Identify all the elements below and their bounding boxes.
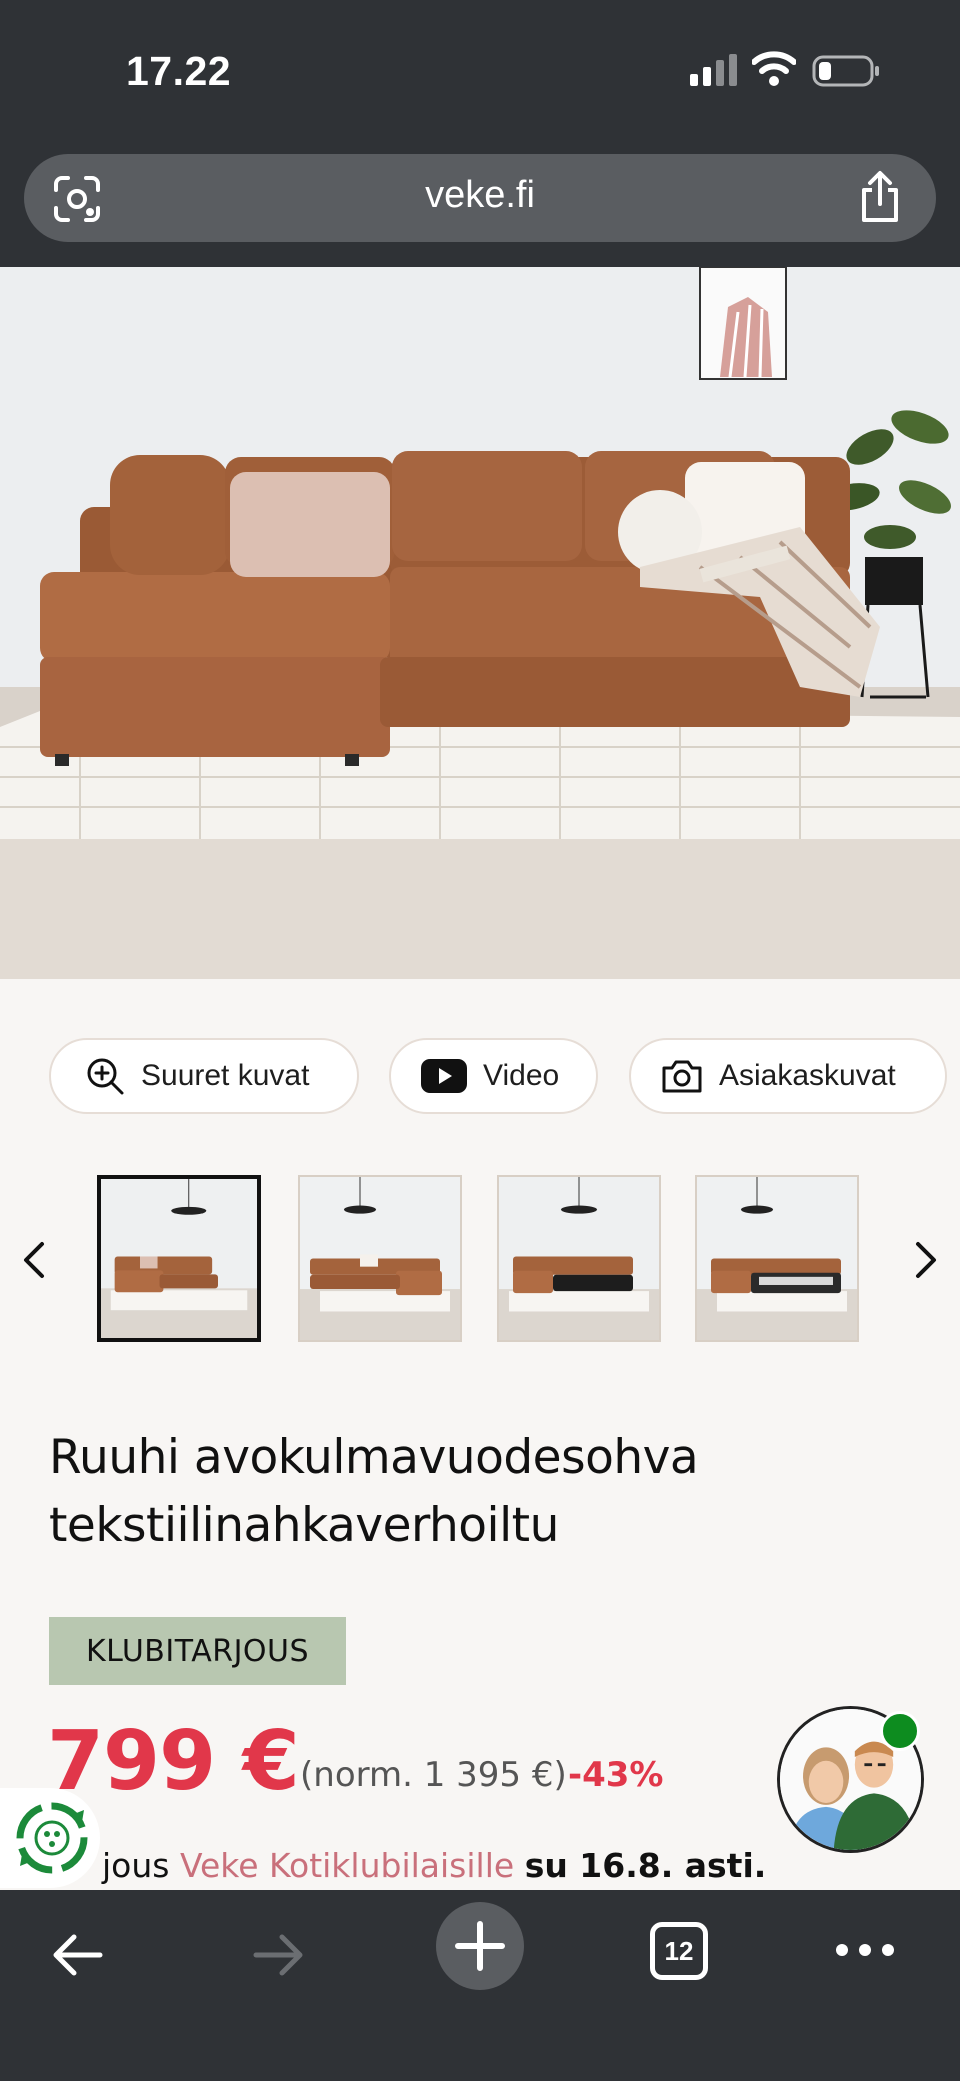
offer-prefix: jous [102,1846,170,1885]
plus-icon [455,1921,505,1971]
new-tab-button[interactable] [436,1902,524,1990]
product-price: 799 € [47,1714,300,1809]
online-status-dot [880,1711,920,1751]
share-icon[interactable] [856,170,904,224]
chevron-right-icon[interactable] [910,1240,940,1280]
zoom-icon [87,1058,124,1095]
more-icon[interactable] [834,1940,896,1960]
thumbnail-image [300,1177,460,1340]
address-bar[interactable]: veke.fi [24,154,936,242]
forward-icon[interactable] [248,1925,308,1985]
normal-price: (norm. 1 395 €) [300,1755,567,1795]
customer-photos-button[interactable]: Asiakaskuvat [629,1038,947,1114]
thumbnail-2[interactable] [298,1175,462,1342]
back-icon[interactable] [48,1925,108,1985]
status-time: 17.22 [126,48,232,94]
thumbnail-image [697,1177,857,1340]
offer-end-date: su 16.8. asti. [524,1846,767,1885]
chevron-left-icon[interactable] [20,1240,50,1280]
product-hero-image[interactable] [0,267,960,979]
video-icon [421,1059,467,1093]
club-offer-badge: KLUBITARJOUS [49,1617,346,1685]
browser-toolbar: 12 [0,1890,960,2081]
camera-icon [662,1060,702,1093]
thumbnail-4[interactable] [695,1175,859,1342]
recycle-icon[interactable] [0,1788,100,1888]
product-title: Ruuhi avokulmavuodesohva tekstiilinahkav… [49,1424,809,1560]
thumbnail-1[interactable] [97,1175,261,1342]
product-title-line-2: tekstiilinahkaverhoiltu [49,1498,559,1553]
kotiklubi-link[interactable]: Veke Kotiklubilaisille [180,1846,514,1885]
product-title-line-1: Ruuhi avokulmavuodesohva [49,1430,699,1485]
offer-terms: jous Veke Kotiklubilaisille su 16.8. ast… [102,1846,766,1885]
url-text: veke.fi [425,174,535,216]
thumbnail-3[interactable] [497,1175,661,1342]
customer-photos-label: Asiakaskuvat [719,1059,896,1092]
battery-icon [812,55,879,87]
status-bar: 17.22 [0,0,960,130]
tabs-icon[interactable]: 12 [650,1922,708,1980]
signal-icon [690,54,737,86]
thumbnail-image [499,1177,659,1340]
discount-percent: -43% [568,1755,664,1795]
wifi-icon [752,51,796,86]
large-images-button[interactable]: Suuret kuvat [49,1038,359,1114]
browser-address-area: veke.fi [0,130,960,267]
thumbnail-image [101,1179,257,1338]
large-images-label: Suuret kuvat [141,1059,310,1092]
video-label: Video [483,1059,560,1092]
video-button[interactable]: Video [389,1038,598,1114]
